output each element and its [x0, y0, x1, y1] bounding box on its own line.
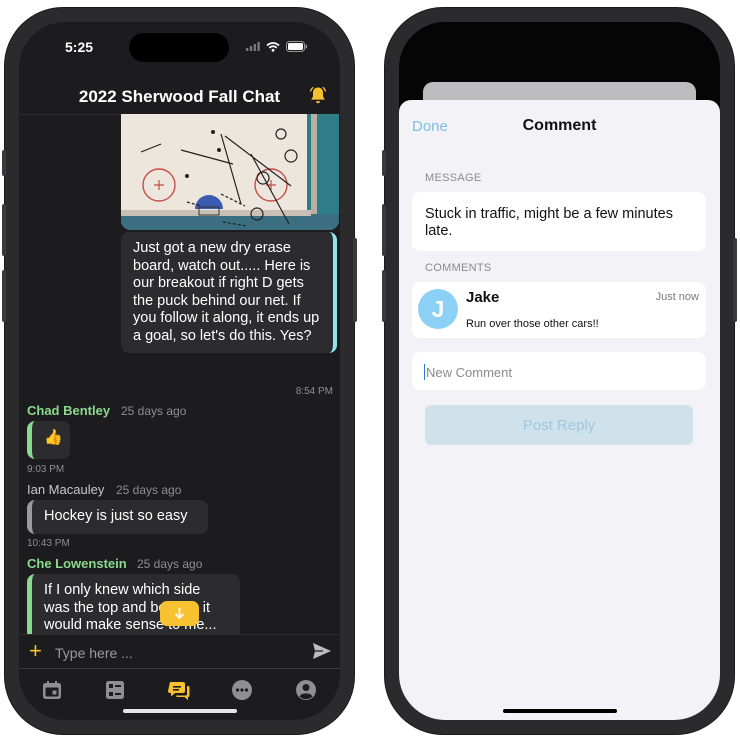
- home-indicator: [503, 709, 617, 713]
- volume-up-button: [2, 204, 6, 256]
- message-input[interactable]: [53, 641, 297, 665]
- volume-down-button: [2, 270, 6, 322]
- scroll-to-bottom-button[interactable]: [160, 601, 199, 626]
- message-ago: 25 days ago: [116, 483, 182, 497]
- message-time: 10:43 PM: [27, 538, 70, 549]
- status-bar: 5:25: [19, 22, 340, 70]
- message-ago: 25 days ago: [121, 404, 187, 418]
- message-bubble[interactable]: If I only knew which side was the top an…: [27, 574, 240, 634]
- chat-icon[interactable]: [168, 679, 190, 701]
- avatar: J: [418, 289, 458, 329]
- new-comment-field[interactable]: [412, 352, 706, 390]
- chat-header: 2022 Sherwood Fall Chat: [19, 74, 340, 115]
- message-time: 9:03 PM: [27, 464, 65, 475]
- message-time: 8:54 PM: [295, 386, 333, 397]
- comment-text: Run over those other cars!!: [466, 318, 599, 330]
- bell-icon[interactable]: [308, 85, 328, 105]
- message-author[interactable]: Che Lowenstein: [27, 556, 127, 571]
- message-author[interactable]: Chad Bentley: [27, 403, 110, 418]
- message-section-label: MESSAGE: [425, 172, 482, 184]
- message-text: Stuck in traffic, might be a few minutes…: [425, 206, 673, 239]
- volume-up-button: [382, 204, 386, 256]
- comments-section-label: COMMENTS: [425, 262, 492, 274]
- whiteboard-photo[interactable]: [121, 114, 339, 230]
- chat-screen: 5:25 2022 Sherwood Fall Chat Just got a …: [19, 22, 340, 720]
- volume-down-button: [382, 270, 386, 322]
- checklist-icon[interactable]: [104, 679, 126, 701]
- message-author[interactable]: Ian Macauley: [27, 482, 104, 497]
- message-list[interactable]: Just got a new dry erase board, watch ou…: [19, 114, 340, 634]
- power-button: [353, 238, 357, 322]
- thumbs-up-emoji: 👍: [44, 429, 63, 446]
- signal-icon: [246, 42, 260, 51]
- home-indicator: [123, 709, 237, 713]
- message-bubble[interactable]: Hockey is just so easy: [27, 500, 208, 534]
- battery-icon: [286, 41, 308, 52]
- message-text: Just got a new dry erase board, watch ou…: [133, 240, 320, 344]
- send-icon[interactable]: [312, 642, 332, 660]
- arrow-down-icon: [174, 608, 185, 620]
- wifi-icon: [266, 41, 280, 52]
- comment-author: Jake: [466, 289, 500, 306]
- comment-card[interactable]: J Jake Just now Run over those other car…: [412, 282, 706, 338]
- message-bubble[interactable]: 👍: [27, 421, 70, 459]
- message-text: Hockey is just so easy: [44, 508, 188, 524]
- phone-frame-left: 5:25 2022 Sherwood Fall Chat Just got a …: [2, 8, 357, 734]
- phone-frame-right: Done Comment MESSAGE Stuck in traffic, m…: [382, 8, 737, 734]
- message-composer: +: [19, 634, 340, 669]
- more-icon[interactable]: [231, 679, 253, 701]
- status-time: 5:25: [65, 39, 94, 55]
- sheet-title: Comment: [522, 117, 597, 134]
- dynamic-island: [129, 33, 229, 62]
- status-icons: [246, 41, 308, 52]
- calendar-icon[interactable]: [41, 679, 63, 701]
- new-comment-input[interactable]: [424, 364, 698, 380]
- mute-switch: [382, 150, 386, 176]
- comment-screen: Done Comment MESSAGE Stuck in traffic, m…: [399, 22, 720, 720]
- message-bubble-mine[interactable]: Just got a new dry erase board, watch ou…: [121, 232, 337, 353]
- mute-switch: [2, 150, 6, 176]
- plus-icon[interactable]: +: [29, 638, 42, 664]
- post-reply-button[interactable]: Post Reply: [425, 405, 693, 445]
- comment-sheet: Done Comment MESSAGE Stuck in traffic, m…: [399, 100, 720, 720]
- profile-icon[interactable]: [295, 679, 317, 701]
- message-card: Stuck in traffic, might be a few minutes…: [412, 192, 706, 251]
- power-button: [733, 238, 737, 322]
- chat-title: 2022 Sherwood Fall Chat: [78, 87, 281, 106]
- comment-time: Just now: [655, 291, 699, 303]
- message-ago: 25 days ago: [137, 557, 203, 571]
